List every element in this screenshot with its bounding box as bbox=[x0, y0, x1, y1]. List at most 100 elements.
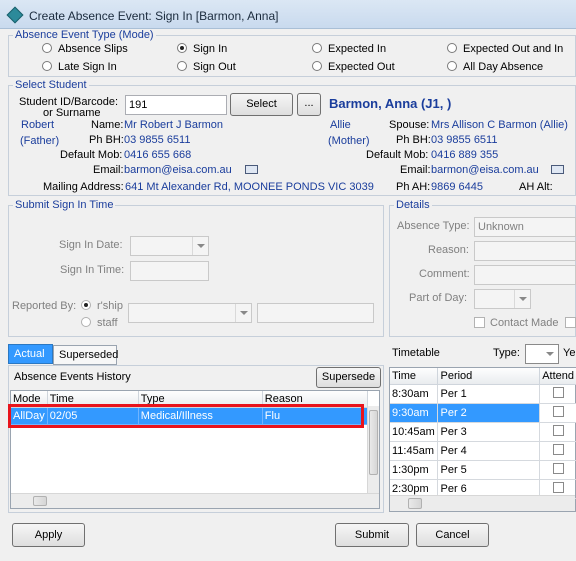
reported-by-label: Reported By: bbox=[12, 300, 77, 312]
attend-checkbox[interactable] bbox=[552, 425, 564, 436]
sign-in-date-label: Sign In Date: bbox=[59, 239, 123, 251]
mother-phah: 9869 6445 bbox=[431, 181, 483, 193]
timetable-row[interactable]: 8:30am Per 1 bbox=[390, 384, 576, 404]
radio-dot bbox=[447, 43, 457, 53]
timetable-title: Timetable bbox=[392, 347, 440, 359]
apply-button[interactable]: Apply bbox=[12, 523, 85, 547]
attend-checkbox[interactable] bbox=[552, 482, 564, 493]
mother-phbh: 03 9855 6511 bbox=[431, 134, 498, 146]
radio-dot bbox=[312, 43, 322, 53]
col-tt-period[interactable]: Period bbox=[437, 368, 541, 385]
father-name: Mr Robert J Barmon bbox=[124, 119, 224, 131]
submit-button[interactable]: Submit bbox=[335, 523, 409, 547]
mother-first-name: Allie bbox=[330, 119, 351, 131]
spouse-name: Mrs Allison C Barmon (Allie) bbox=[431, 119, 568, 131]
sign-in-date-picker[interactable] bbox=[130, 236, 209, 256]
radio-expected-out[interactable]: Expected Out bbox=[312, 61, 395, 73]
select-student-button[interactable]: Select bbox=[230, 93, 293, 116]
father-email-icon[interactable] bbox=[245, 165, 258, 174]
father-mob: 0416 655 668 bbox=[124, 149, 192, 161]
radio-expected-in[interactable]: Expected In bbox=[312, 43, 386, 55]
father-mob-label: Default Mob: bbox=[60, 149, 123, 161]
attend-checkbox[interactable] bbox=[552, 387, 564, 398]
browse-student-button[interactable]: ... bbox=[297, 93, 321, 116]
radio-dot bbox=[177, 61, 187, 71]
tab-superseded[interactable]: Superseded bbox=[53, 345, 118, 365]
radio-sign-in[interactable]: Sign In bbox=[177, 43, 227, 55]
history-hscroll[interactable] bbox=[11, 493, 379, 508]
supersede-button[interactable]: Supersede bbox=[316, 367, 381, 388]
sign-in-time-label: Sign In Time: bbox=[60, 264, 125, 276]
hscroll-thumb[interactable] bbox=[33, 496, 47, 506]
attend-checkbox[interactable] bbox=[552, 444, 564, 455]
hscroll-thumb[interactable] bbox=[408, 498, 422, 509]
mother-mob: 0416 889 355 bbox=[431, 149, 499, 161]
sign-in-time-legend: Submit Sign In Time bbox=[15, 199, 114, 211]
col-tt-time[interactable]: Time bbox=[390, 368, 439, 385]
father-email-label: Email: bbox=[93, 164, 124, 176]
radio-absence-slips[interactable]: Absence Slips bbox=[42, 43, 128, 55]
timetable-type-label: Type: bbox=[493, 347, 520, 359]
vscroll-thumb[interactable] bbox=[369, 410, 378, 475]
contact-made-checkbox[interactable]: Contact Made bbox=[474, 317, 558, 329]
timetable-table: Time Period Attend 8:30am Per 1 9:30am Per… bbox=[390, 368, 576, 499]
timetable-row[interactable]: 10:45am Per 3 bbox=[390, 422, 576, 442]
absence-type-label: Absence Type: bbox=[397, 220, 470, 232]
window-title: Create Absence Event: Sign In [Barmon, A… bbox=[29, 9, 279, 23]
cancel-button[interactable]: Cancel bbox=[416, 523, 489, 547]
checkbox-box bbox=[565, 317, 576, 328]
col-tt-attend[interactable]: Attend bbox=[539, 368, 576, 385]
extra-checkbox[interactable] bbox=[565, 317, 576, 331]
mother-email[interactable]: barmon@eisa.com.au bbox=[431, 164, 539, 176]
radio-staff[interactable]: staff bbox=[81, 317, 118, 329]
radio-dot bbox=[81, 317, 91, 327]
radio-dot bbox=[42, 43, 52, 53]
father-email[interactable]: barmon@eisa.com.au bbox=[124, 164, 232, 176]
highlighted-row-outline bbox=[8, 404, 364, 428]
mailing-address: 641 Mt Alexander Rd, MOONEE PONDS VIC 30… bbox=[125, 181, 374, 193]
reason-field[interactable] bbox=[474, 241, 576, 261]
chevron-down-icon bbox=[514, 290, 530, 308]
radio-expected-out-and-in[interactable]: Expected Out and In bbox=[447, 43, 563, 55]
ah-alt-label: AH Alt: bbox=[519, 181, 553, 193]
timetable-hscroll[interactable] bbox=[390, 495, 575, 511]
tab-actual[interactable]: Actual bbox=[8, 344, 53, 364]
father-first-name: Robert bbox=[21, 119, 55, 131]
radio-rship[interactable]: r'ship bbox=[81, 300, 123, 312]
reported-by-dropdown[interactable] bbox=[128, 303, 252, 323]
mother-email-label: Email: bbox=[400, 164, 431, 176]
mother-phah-label: Ph AH: bbox=[396, 181, 431, 193]
comment-field[interactable] bbox=[474, 265, 576, 285]
radio-all-day-absence[interactable]: All Day Absence bbox=[447, 61, 543, 73]
history-vscroll[interactable] bbox=[367, 406, 379, 493]
absence-type-field[interactable] bbox=[474, 217, 576, 237]
father-relation: (Father) bbox=[20, 135, 60, 147]
sign-in-time-input[interactable] bbox=[130, 261, 209, 281]
attend-checkbox[interactable] bbox=[552, 406, 564, 417]
part-of-day-dropdown[interactable] bbox=[474, 289, 531, 309]
attend-checkbox[interactable] bbox=[552, 463, 564, 474]
part-of-day-label: Part of Day: bbox=[409, 292, 468, 304]
mother-email-icon[interactable] bbox=[551, 165, 564, 174]
timetable-row[interactable]: 1:30pm Per 5 bbox=[390, 460, 576, 480]
student-id-input[interactable] bbox=[125, 95, 227, 115]
timetable-row[interactable]: 11:45am Per 4 bbox=[390, 441, 576, 461]
details-legend: Details bbox=[396, 199, 430, 211]
chevron-down-icon bbox=[235, 304, 251, 322]
radio-late-sign-in[interactable]: Late Sign In bbox=[42, 61, 117, 73]
mother-relation: (Mother) bbox=[328, 135, 370, 147]
spouse-label: Spouse: bbox=[389, 119, 430, 131]
history-title: Absence Events History bbox=[14, 371, 131, 383]
surname-label: or Surname bbox=[43, 107, 101, 119]
timetable-ye-label: Ye bbox=[563, 347, 576, 359]
select-student-legend: Select Student bbox=[15, 79, 87, 91]
timetable-row-selected[interactable]: 9:30am Per 2 bbox=[390, 403, 576, 423]
reported-by-text[interactable] bbox=[257, 303, 374, 323]
father-name-label: Name: bbox=[91, 119, 124, 131]
checkbox-box bbox=[474, 317, 485, 328]
radio-dot-selected bbox=[177, 43, 187, 53]
radio-sign-out[interactable]: Sign Out bbox=[177, 61, 236, 73]
timetable-type-dropdown[interactable] bbox=[525, 344, 559, 364]
radio-dot-selected bbox=[81, 300, 91, 310]
create-absence-event-window: Create Absence Event: Sign In [Barmon, A… bbox=[0, 0, 576, 561]
